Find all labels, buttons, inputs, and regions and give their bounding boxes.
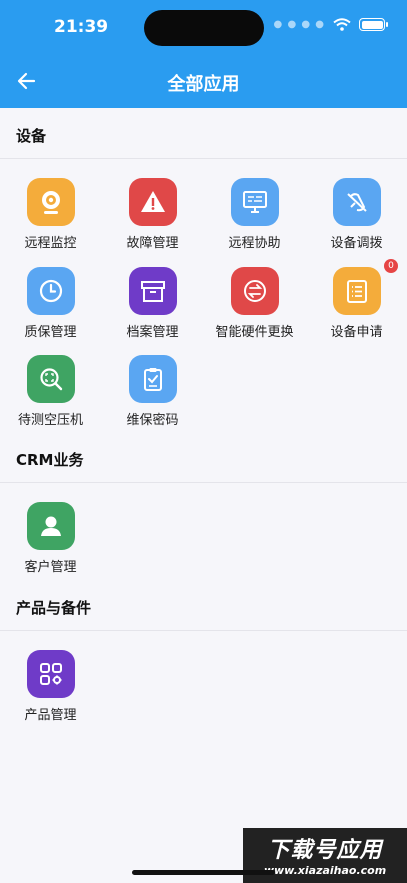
clock-icon (27, 267, 75, 315)
signal-icon: ● ● ● ● (273, 19, 325, 30)
divider (0, 482, 407, 483)
divider (0, 158, 407, 159)
battery-icon (359, 18, 388, 31)
dynamic-island (144, 10, 264, 46)
app-maintenance-password[interactable]: 维保密码 (102, 355, 203, 441)
status-icons: ● ● ● ● (273, 18, 388, 31)
app-header: 21:39 ● ● ● ● 全部应用 (0, 0, 407, 108)
app-product-management[interactable]: 产品管理 (0, 650, 101, 736)
archive-box-icon (129, 267, 177, 315)
app-label: 维保密码 (126, 413, 179, 428)
app-label: 远程协助 (228, 236, 281, 251)
webcam-icon (27, 178, 75, 226)
app-customer-management[interactable]: 客户管理 (0, 502, 101, 588)
app-hardware-replace[interactable]: 智能硬件更换 (204, 267, 305, 353)
app-device-transfer[interactable]: 设备调拨 (306, 178, 407, 264)
status-time: 21:39 (54, 17, 109, 37)
app-label: 智能硬件更换 (215, 325, 294, 340)
notification-badge: 0 (384, 259, 398, 273)
app-label: 质保管理 (24, 325, 77, 340)
swap-icon (231, 267, 279, 315)
warning-icon (129, 178, 177, 226)
page-title: 全部应用 (167, 74, 240, 95)
scan-search-icon (27, 355, 75, 403)
app-device-apply[interactable]: 0 设备申请 (306, 259, 407, 353)
app-fault-management[interactable]: 故障管理 (102, 178, 203, 264)
section-title-devices: 设备 (16, 127, 47, 145)
app-label: 产品管理 (24, 708, 77, 723)
app-remote-monitor[interactable]: 远程监控 (0, 178, 101, 264)
transfer-icon (333, 178, 381, 226)
section-title-crm: CRM业务 (16, 451, 84, 469)
user-icon (27, 502, 75, 550)
app-label: 设备申请 (330, 325, 383, 340)
section-title-products: 产品与备件 (16, 599, 92, 617)
app-label: 远程监控 (24, 236, 77, 251)
divider (0, 630, 407, 631)
app-remote-assist[interactable]: 远程协助 (204, 178, 305, 264)
watermark-main: 下载号应用 (267, 838, 383, 863)
clipboard-check-icon (129, 355, 177, 403)
app-label: 档案管理 (126, 325, 179, 340)
app-archive[interactable]: 档案管理 (102, 267, 203, 353)
app-label: 故障管理 (126, 236, 179, 251)
app-compressor-test[interactable]: 待测空压机 (0, 355, 101, 441)
app-label: 设备调拨 (330, 236, 383, 251)
app-label: 客户管理 (24, 560, 77, 575)
apps-gear-icon (27, 650, 75, 698)
app-warranty[interactable]: 质保管理 (0, 267, 101, 353)
list-document-icon (333, 267, 381, 315)
home-indicator (132, 870, 275, 875)
app-label: 待测空压机 (17, 413, 83, 428)
wifi-icon (333, 18, 351, 31)
monitor-icon (231, 178, 279, 226)
